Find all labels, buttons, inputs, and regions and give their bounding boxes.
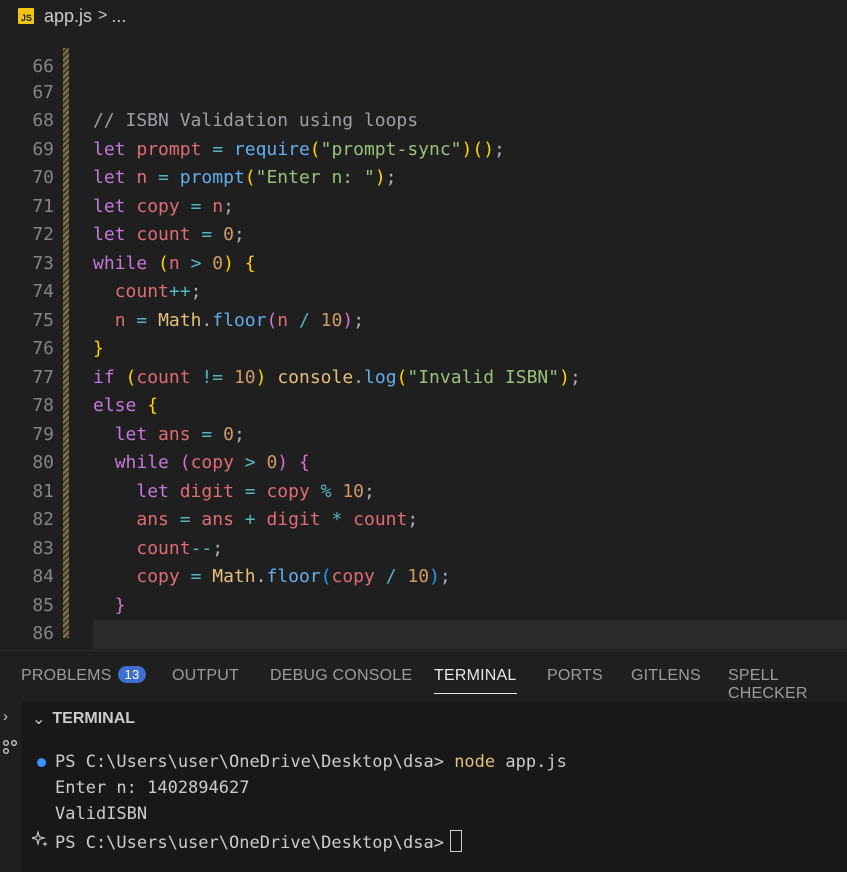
code-editor[interactable]: 66 67 // ISBN Validation using loops 68 … [0, 32, 847, 650]
tab-spell-checker[interactable]: SPELL CHECKER [728, 667, 847, 703]
command-success-dot-icon[interactable] [37, 758, 46, 767]
tab-problems[interactable]: PROBLEMS 13 [21, 666, 147, 685]
chevron-right-icon[interactable]: › [3, 708, 8, 725]
terminal-line: PS C:\Users\user\OneDrive\Desktop\dsa> n… [55, 752, 567, 772]
sparkle-icon[interactable] [29, 829, 48, 851]
panel-tab-bar: PROBLEMS 13 OUTPUT DEBUG CONSOLE TERMINAL… [0, 650, 847, 702]
terminal-command-args: app.js [505, 752, 567, 772]
code-line: 72 while (n > 0) { [0, 193, 847, 274]
code-line: 67 // ISBN Validation using loops [0, 50, 847, 132]
breadcrumb: JS app.js > ... [0, 0, 847, 32]
breadcrumb-file-name[interactable]: app.js [44, 6, 92, 27]
code-line: 82 count--; [0, 478, 847, 559]
breadcrumb-more[interactable]: ... [111, 6, 126, 27]
terminal-line: Enter n: 1402894627 [55, 778, 250, 798]
tab-label: PROBLEMS [21, 667, 112, 684]
code-line: 81 ans = ans + digit * count; [0, 449, 847, 531]
tab-output[interactable]: OUTPUT [172, 667, 239, 685]
code-line: 75 } [0, 278, 847, 360]
code-line: 70 let copy = n; [0, 136, 847, 217]
tab-gitlens[interactable]: GITLENS [631, 667, 701, 685]
code-line: 79 while (copy > 0) { [0, 392, 847, 474]
terminal-title: TERMINAL [52, 710, 136, 727]
terminal-split-icon[interactable] [1, 738, 19, 759]
terminal-prompt: PS C:\Users\user\OneDrive\Desktop\dsa> [55, 752, 444, 772]
terminal-panel[interactable]: ⌄ TERMINAL PS C:\Users\user\OneDrive\Des… [22, 702, 847, 872]
terminal-line: PS C:\Users\user\OneDrive\Desktop\dsa> [55, 830, 462, 853]
tab-ports[interactable]: PORTS [547, 667, 603, 685]
terminal-section-header[interactable]: ⌄ TERMINAL [32, 709, 135, 729]
problems-count-badge: 13 [117, 666, 147, 683]
terminal-cursor[interactable] [449, 830, 462, 852]
chevron-down-icon: ⌄ [32, 711, 46, 728]
terminal-command: node [454, 752, 496, 772]
code-line: 69 let n = prompt("Enter n: "); [0, 107, 847, 189]
code-line: 80 let digit = copy % 10; [0, 421, 847, 502]
code-line: 85 console.log(ans % 11 === 0 ? "ValidIS… [0, 563, 847, 645]
tab-terminal[interactable]: TERMINAL [434, 667, 517, 694]
code-line: 86 } [0, 592, 847, 644]
code-line: 83 copy = Math.floor(copy / 10); [0, 506, 847, 588]
javascript-file-icon: JS [18, 8, 34, 24]
code-line: 87 [0, 620, 847, 649]
code-line: 71 let count = 0; [0, 164, 847, 246]
code-line: 84 } [0, 535, 847, 616]
code-line: 77 else { [0, 335, 847, 417]
code-line: 78 let ans = 0; [0, 364, 847, 445]
terminal-prompt: PS C:\Users\user\OneDrive\Desktop\dsa> [55, 833, 444, 853]
code-line: 76 if (count != 10) console.log("Invalid… [0, 307, 847, 388]
terminal-line: ValidISBN [55, 804, 148, 824]
code-line: 73 count++; [0, 221, 847, 303]
code-line: 74 n = Math.floor(n / 10); [0, 250, 847, 331]
chevron-right-icon: > [98, 7, 108, 24]
tab-debug-console[interactable]: DEBUG CONSOLE [270, 667, 412, 685]
terminal-side-bar: › [0, 702, 23, 872]
code-line: 68 let prompt = require("prompt-sync")()… [0, 79, 847, 160]
